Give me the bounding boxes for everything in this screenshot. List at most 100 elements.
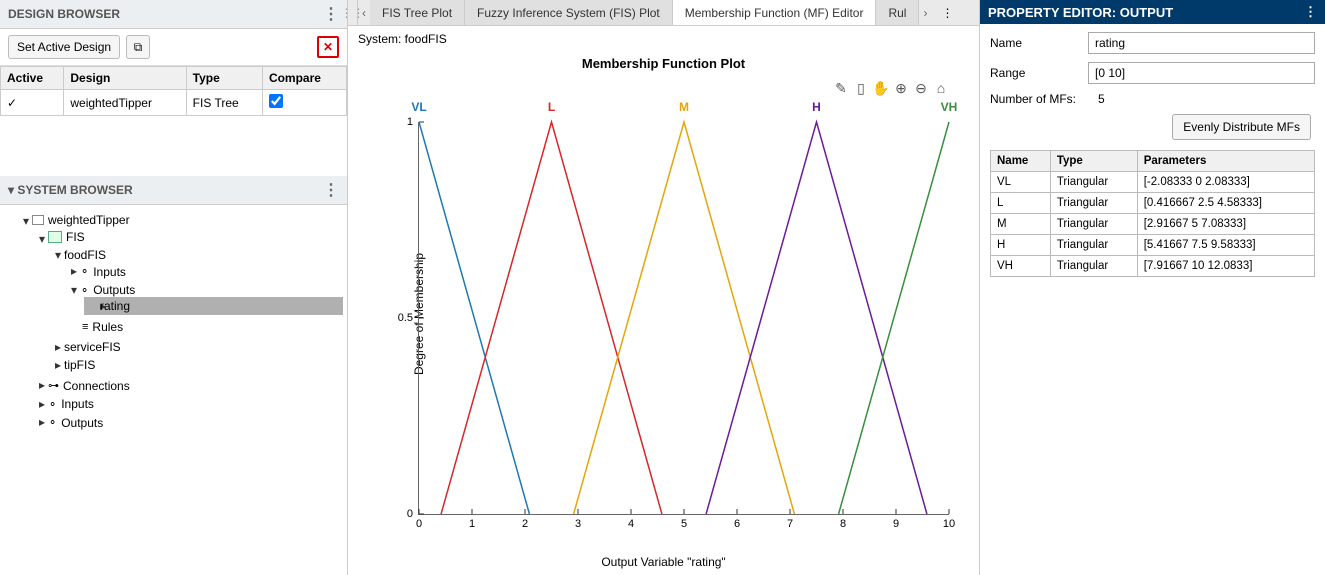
mf-row[interactable]: MTriangular[2.91667 5 7.08333] (991, 214, 1315, 235)
tree-servicefis[interactable]: serviceFIS (64, 340, 121, 354)
mf-row[interactable]: VHTriangular[7.91667 10 12.0833] (991, 256, 1315, 277)
evenly-distribute-button[interactable]: Evenly Distribute MFs (1172, 114, 1311, 140)
mf-row[interactable]: HTriangular[5.41667 7.5 9.58333] (991, 235, 1315, 256)
mf-cell: Triangular (1050, 193, 1137, 214)
tree-toggle[interactable]: ▾ (36, 232, 48, 246)
tree-toggle[interactable]: ▾ (20, 214, 32, 228)
x-axis-label: Output Variable "rating" (601, 555, 725, 569)
mf-cell: Triangular (1050, 172, 1137, 193)
data-cursor-icon[interactable]: ▯ (853, 80, 869, 96)
mf-cell: Triangular (1050, 235, 1137, 256)
mf-cell: M (991, 214, 1051, 235)
tree-outputs[interactable]: ⚬Outputs (80, 283, 135, 297)
tab-rules[interactable]: Rul (876, 0, 919, 25)
mf-cell: [7.91667 10 12.0833] (1137, 256, 1314, 277)
active-cell: ✓ (1, 90, 64, 116)
x-tick: 5 (681, 514, 687, 530)
tree-foodfis[interactable]: foodFIS (64, 248, 106, 262)
tab-mf-editor[interactable]: Membership Function (MF) Editor (673, 0, 877, 25)
chart-title: Membership Function Plot (358, 52, 969, 71)
design-table: Active Design Type Compare ✓ weightedTip… (0, 66, 347, 116)
pan-icon[interactable]: ✋ (873, 80, 889, 96)
mf-table: Name Type Parameters VLTriangular[-2.083… (990, 150, 1315, 277)
tree-root[interactable]: weightedTipper (32, 213, 130, 227)
name-input[interactable] (1088, 32, 1315, 54)
x-tick: 4 (628, 514, 634, 530)
type-cell: FIS Tree (186, 90, 262, 116)
zoom-out-icon[interactable]: ⊖ (913, 80, 929, 96)
copy-icon[interactable]: ⧉ (126, 35, 150, 59)
mf-label: M (679, 100, 689, 114)
mf-cell: [0.416667 2.5 4.58333] (1137, 193, 1314, 214)
tree-rules[interactable]: ≡Rules (82, 320, 123, 334)
mf-cell: VH (991, 256, 1051, 277)
mf-cell: H (991, 235, 1051, 256)
range-input[interactable] (1088, 62, 1315, 84)
tree-rating[interactable]: rating (100, 299, 130, 313)
mf-cell: Triangular (1050, 214, 1137, 235)
col-active: Active (1, 67, 64, 90)
mf-col-type: Type (1050, 151, 1137, 172)
y-tick: 1 (407, 116, 419, 128)
nmf-value: 5 (1098, 92, 1105, 106)
col-compare: Compare (262, 67, 346, 90)
tab-scroll-left-icon[interactable]: ‹ (358, 6, 370, 20)
plot-area[interactable]: 01234567891000.51VLLMHVH (418, 122, 949, 515)
x-tick: 1 (469, 514, 475, 530)
tree-fis-folder[interactable]: FIS (48, 230, 85, 244)
mf-cell: VL (991, 172, 1051, 193)
tab-fis-plot[interactable]: Fuzzy Inference System (FIS) Plot (465, 0, 673, 25)
tree-inputs2[interactable]: ⚬Inputs (48, 397, 94, 411)
range-label: Range (990, 66, 1080, 80)
x-tick: 6 (734, 514, 740, 530)
mf-row[interactable]: LTriangular[0.416667 2.5 4.58333] (991, 193, 1315, 214)
mf-cell: [5.41667 7.5 9.58333] (1137, 235, 1314, 256)
mf-label: VH (941, 100, 958, 114)
delete-design-icon[interactable]: ✕ (317, 36, 339, 58)
zoom-in-icon[interactable]: ⊕ (893, 80, 909, 96)
mf-cell: Triangular (1050, 256, 1137, 277)
tab-fis-tree-plot[interactable]: FIS Tree Plot (370, 0, 465, 25)
tree-toggle[interactable]: ▸ (36, 415, 48, 429)
mf-row[interactable]: VLTriangular[-2.08333 0 2.08333] (991, 172, 1315, 193)
tree-toggle[interactable]: ▸ (84, 299, 100, 313)
y-tick: 0 (407, 508, 419, 520)
system-browser-title: SYSTEM BROWSER (17, 183, 132, 197)
tree-toggle[interactable]: ▸ (36, 397, 48, 411)
compare-checkbox[interactable] (269, 94, 283, 108)
tree-toggle[interactable]: ▸ (36, 378, 48, 392)
name-label: Name (990, 36, 1080, 50)
brush-icon[interactable]: ✎ (833, 80, 849, 96)
design-browser-menu-icon[interactable]: ⋮ (323, 4, 339, 24)
mf-label: H (812, 100, 821, 114)
tab-menu-icon[interactable]: ⋮ (941, 6, 953, 20)
design-cell: weightedTipper (64, 90, 186, 116)
nmf-label: Number of MFs: (990, 92, 1090, 106)
property-editor-title: PROPERTY EDITOR: OUTPUT (988, 5, 1173, 20)
system-browser-menu-icon[interactable]: ⋮ (323, 180, 339, 200)
property-menu-icon[interactable]: ⋮ (1304, 4, 1317, 20)
col-design: Design (64, 67, 186, 90)
tree-tipfis[interactable]: tipFIS (64, 358, 95, 372)
home-icon[interactable]: ⌂ (933, 80, 949, 96)
tree-toggle[interactable]: ▸ (52, 358, 64, 372)
design-browser-title: DESIGN BROWSER (8, 7, 120, 21)
mf-col-params: Parameters (1137, 151, 1314, 172)
mf-cell: L (991, 193, 1051, 214)
tab-drag-handle-icon[interactable]: ⋮⋮ (348, 0, 358, 25)
tree-toggle[interactable]: ▸ (68, 264, 80, 278)
tree-outputs2[interactable]: ⚬Outputs (48, 416, 103, 430)
tree-toggle[interactable]: ▾ (52, 248, 64, 262)
mf-cell: [2.91667 5 7.08333] (1137, 214, 1314, 235)
x-tick: 2 (522, 514, 528, 530)
design-row[interactable]: ✓ weightedTipper FIS Tree (1, 90, 347, 116)
tree-inputs[interactable]: ⚬Inputs (80, 265, 126, 279)
set-active-design-button[interactable]: Set Active Design (8, 35, 120, 59)
tree-toggle[interactable]: ▾ (68, 283, 80, 297)
tab-scroll-right-icon[interactable]: › (919, 6, 931, 20)
tree-toggle[interactable]: ▸ (52, 340, 64, 354)
system-browser-collapse-icon[interactable]: ▾ (8, 183, 14, 197)
y-tick: 0.5 (398, 312, 419, 324)
col-type: Type (186, 67, 262, 90)
tree-connections[interactable]: ⊶Connections (48, 379, 130, 393)
